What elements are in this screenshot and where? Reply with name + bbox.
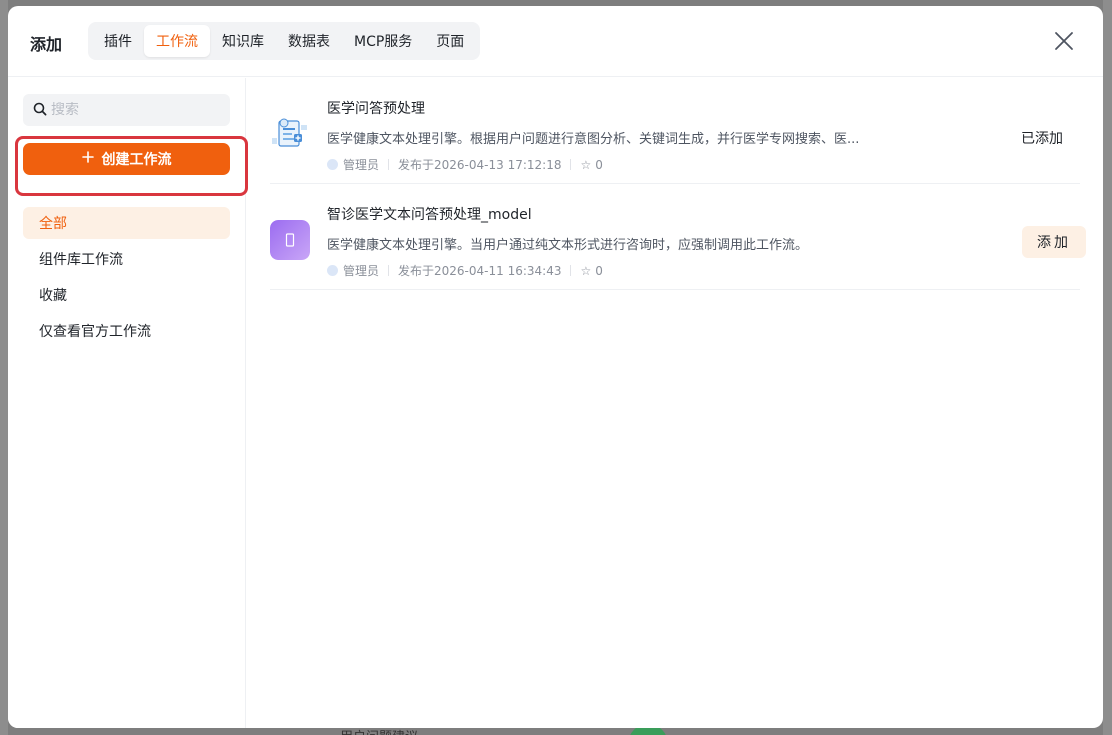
tab-workflow[interactable]: 工作流: [144, 25, 210, 57]
divider: [388, 159, 390, 170]
nav-item-component-library[interactable]: 组件库工作流: [23, 243, 230, 275]
create-workflow-button[interactable]: 创建工作流: [23, 143, 230, 175]
add-resource-modal: 添加 插件 工作流 知识库 数据表 MCP服务 页面 搜索 创建工作流 全部 组…: [8, 6, 1103, 728]
resource-tabs: 插件 工作流 知识库 数据表 MCP服务 页面: [88, 22, 481, 60]
search-input[interactable]: [51, 102, 221, 118]
list-item[interactable]: 智诊医学文本问答预处理_model 医学健康文本处理引擎。当用户通过纯文本形式进…: [270, 184, 1080, 290]
filter-sidebar: 创建工作流 全部 组件库工作流 收藏 仅查看官方工作流: [8, 78, 248, 728]
plus-icon: [81, 151, 94, 167]
close-icon[interactable]: [1053, 30, 1075, 52]
nav-item-favorites[interactable]: 收藏: [23, 279, 230, 311]
star-icon: ☆: [580, 263, 592, 278]
modal-title: 添加: [30, 35, 63, 54]
nav-item-all[interactable]: 全部: [23, 207, 230, 239]
divider: [570, 159, 572, 170]
author-avatar: [327, 265, 338, 276]
workflow-list: 医学问答预处理 医学健康文本处理引擎。根据用户问题进行意图分析、关键词生成，并行…: [270, 78, 1086, 290]
star-icon: ☆: [580, 157, 592, 172]
publish-time: 发布于2026-04-13 17:12:18: [398, 158, 562, 172]
author-name: 管理员: [343, 264, 380, 278]
tab-data-table[interactable]: 数据表: [276, 25, 342, 57]
workflow-description: 医学健康文本处理引擎。当用户通过纯文本形式进行咨询时，应强制调用此工作流。: [327, 238, 809, 253]
divider: [388, 265, 390, 276]
background-page-edge-right: [1103, 0, 1112, 735]
publish-time: 发布于2026-04-11 16:34:43: [398, 264, 562, 278]
workflow-title: 医学问答预处理: [327, 101, 425, 117]
workflow-meta: 管理员 发布于2026-04-13 17:12:18 ☆ 0: [327, 156, 603, 173]
category-nav: 全部 组件库工作流 收藏 仅查看官方工作流: [23, 207, 230, 351]
tab-plugin[interactable]: 插件: [92, 25, 144, 57]
tab-mcp-service[interactable]: MCP服务: [342, 25, 424, 57]
create-workflow-label: 创建工作流: [101, 152, 172, 168]
list-item[interactable]: 医学问答预处理 医学健康文本处理引擎。根据用户问题进行意图分析、关键词生成，并行…: [270, 78, 1080, 184]
star-count: 0: [595, 157, 603, 172]
nav-item-official-only[interactable]: 仅查看官方工作流: [23, 315, 230, 347]
author-avatar: [327, 159, 338, 170]
tab-knowledge-base[interactable]: 知识库: [210, 25, 276, 57]
divider: [570, 265, 572, 276]
workflow-description: 医学健康文本处理引擎。根据用户问题进行意图分析、关键词生成，并行医学专网搜索、医…: [327, 132, 860, 147]
search-icon: [33, 101, 47, 120]
added-status: 已添加: [1021, 131, 1063, 147]
medical-document-icon: [270, 114, 310, 154]
workflow-title: 智诊医学文本问答预处理_model: [327, 207, 532, 223]
workflow-meta: 管理员 发布于2026-04-11 16:34:43 ☆ 0: [327, 262, 603, 279]
star-count: 0: [595, 263, 603, 278]
add-workflow-button[interactable]: 添加: [1022, 226, 1086, 258]
search-field[interactable]: [23, 94, 230, 126]
workflow-icon: [270, 220, 310, 260]
tab-page[interactable]: 页面: [424, 25, 476, 57]
background-page-edge: [0, 0, 8, 735]
modal-header: 添加 插件 工作流 知识库 数据表 MCP服务 页面: [8, 6, 1103, 77]
author-name: 管理员: [343, 158, 380, 172]
